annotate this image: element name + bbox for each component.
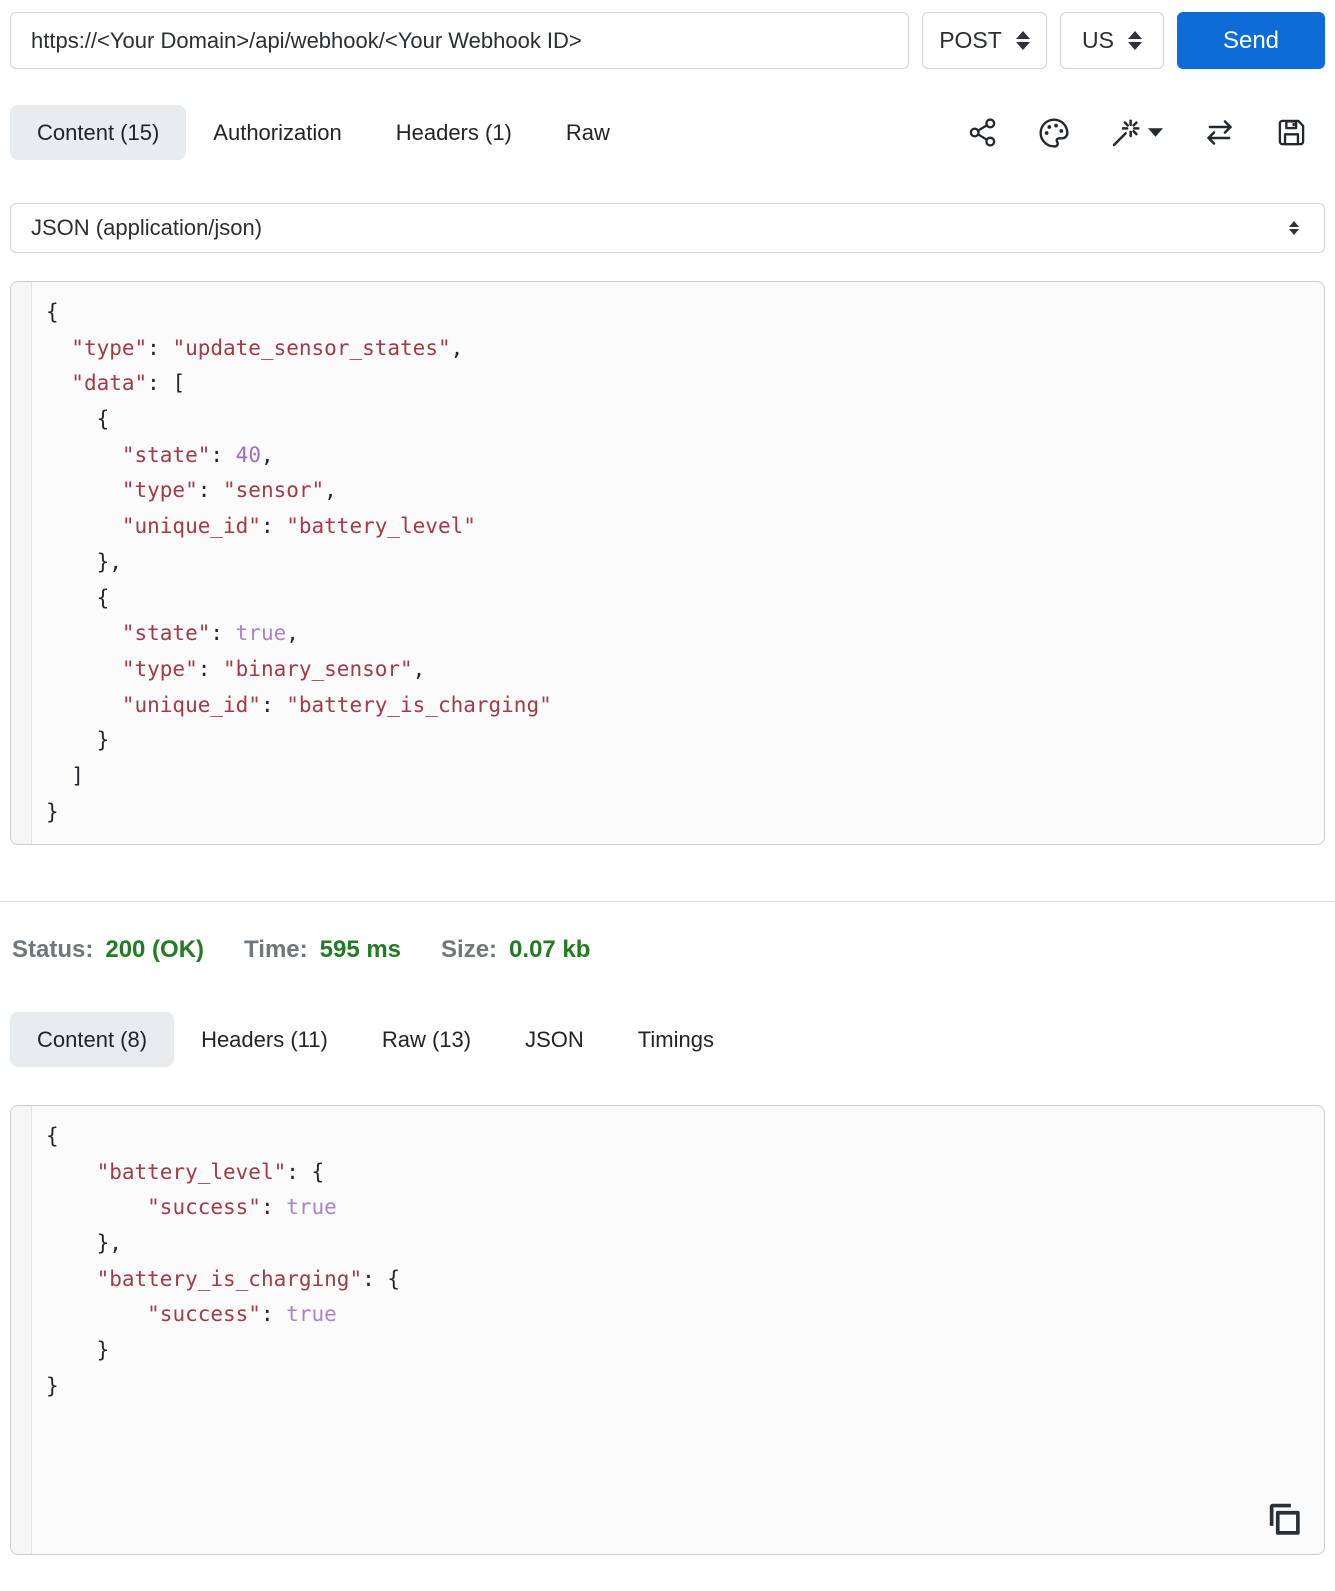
code-line: } — [46, 728, 110, 753]
share-button[interactable] — [967, 117, 998, 148]
code-line: "success": true — [147, 1302, 337, 1327]
region-select[interactable]: US — [1060, 12, 1164, 69]
code-line: { — [46, 407, 110, 432]
viewer-gutter — [11, 1106, 32, 1554]
request-body-editor[interactable]: { "type": "update_sensor_states", "data"… — [10, 281, 1325, 845]
request-toolbar — [967, 116, 1325, 149]
code-line: "state": true, — [121, 621, 299, 646]
status-code-value: 200 (OK) — [105, 936, 205, 963]
code-line: "unique_id": "battery_level" — [121, 514, 476, 539]
code-line: "battery_level": { — [96, 1159, 325, 1184]
response-body-viewer: { "battery_level": { "success": true }, … — [10, 1105, 1325, 1555]
response-tab-content-8[interactable]: Content (8) — [10, 1012, 175, 1067]
copy-icon — [1269, 1503, 1300, 1535]
updown-arrows-icon — [1015, 31, 1030, 50]
theme-palette-button[interactable] — [1038, 117, 1070, 149]
code-line: { — [46, 300, 59, 324]
magic-wand-menu-button[interactable] — [1110, 117, 1163, 149]
code-line: "unique_id": "battery_is_charging" — [121, 692, 552, 717]
code-line: "state": 40, — [121, 442, 274, 467]
response-tab-raw-13[interactable]: Raw (13) — [355, 1012, 498, 1067]
time-value: 595 ms — [319, 936, 402, 963]
content-type-select-value: JSON (application/json) — [31, 215, 263, 240]
region-select-value: US — [1082, 27, 1114, 53]
updown-arrows-icon — [1127, 31, 1142, 50]
request-tabs: Content (15) Authorization Headers (1) Raw — [10, 105, 637, 160]
method-select[interactable]: POST — [922, 12, 1047, 69]
response-tabs-row: Content (8) Headers (11) Raw (13) JSON Timin… — [10, 1012, 1325, 1067]
request-tab-authorization[interactable]: Authorization — [186, 105, 368, 160]
response-status-row: Status: 200 (OK) Time: 595 ms Size: 0.07… — [12, 936, 1335, 964]
code-line: "success": true — [147, 1195, 337, 1220]
request-tab-raw[interactable]: Raw — [539, 105, 637, 160]
code-line: "type": "sensor", — [121, 478, 337, 503]
request-bar: POST US Send — [10, 12, 1325, 69]
send-button[interactable]: Send — [1177, 12, 1325, 69]
response-tabs: Content (8) Headers (11) Raw (13) JSON Timin… — [10, 1012, 741, 1067]
response-tab-timings[interactable]: Timings — [611, 1012, 741, 1067]
code-line: } — [46, 1338, 110, 1363]
section-divider — [0, 901, 1335, 902]
chevron-down-icon — [1148, 128, 1163, 137]
code-line: "type": "update_sensor_states", — [71, 335, 464, 360]
response-body-code: { "battery_level": { "success": true }, … — [33, 1106, 1324, 1418]
response-tab-json[interactable]: JSON — [498, 1012, 611, 1067]
response-tab-headers-11[interactable]: Headers (11) — [174, 1012, 355, 1067]
time-label: Time: — [244, 936, 308, 963]
palette-icon — [1039, 117, 1069, 148]
updown-arrows-icon — [1289, 221, 1299, 235]
request-tab-content-15[interactable]: Content (15) — [10, 105, 187, 160]
size-label: Size: — [441, 936, 498, 963]
status-label: Status: — [12, 936, 94, 963]
code-line: } — [46, 1373, 59, 1398]
content-type-select[interactable]: JSON (application/json) — [10, 203, 1325, 253]
code-line: "type": "binary_sensor", — [121, 656, 426, 681]
code-line: "battery_is_charging": { — [96, 1266, 401, 1291]
code-line: }, — [46, 549, 122, 574]
swap-request-response-button[interactable] — [1203, 116, 1236, 149]
request-tabs-row: Content (15) Authorization Headers (1) Raw — [10, 105, 1325, 160]
save-request-button[interactable] — [1276, 117, 1307, 148]
request-tab-headers-1[interactable]: Headers (1) — [369, 105, 539, 160]
code-line: { — [46, 585, 110, 610]
save-icon — [1278, 119, 1305, 146]
code-line: } — [46, 799, 59, 824]
swap-arrows-icon — [1207, 120, 1232, 145]
code-line: ] — [46, 763, 84, 788]
url-input[interactable] — [10, 12, 909, 69]
editor-gutter — [11, 282, 32, 844]
magic-wand-icon — [1112, 118, 1140, 146]
method-select-value: POST — [939, 27, 1002, 53]
size-value: 0.07 kb — [509, 936, 591, 963]
request-body-code: { "type": "update_sensor_states", "data"… — [33, 282, 1324, 843]
code-line: "data": [ — [71, 371, 186, 396]
code-line: }, — [46, 1231, 122, 1256]
share-icon — [969, 118, 996, 147]
copy-response-button[interactable] — [1262, 1497, 1304, 1542]
code-line: { — [46, 1124, 59, 1148]
